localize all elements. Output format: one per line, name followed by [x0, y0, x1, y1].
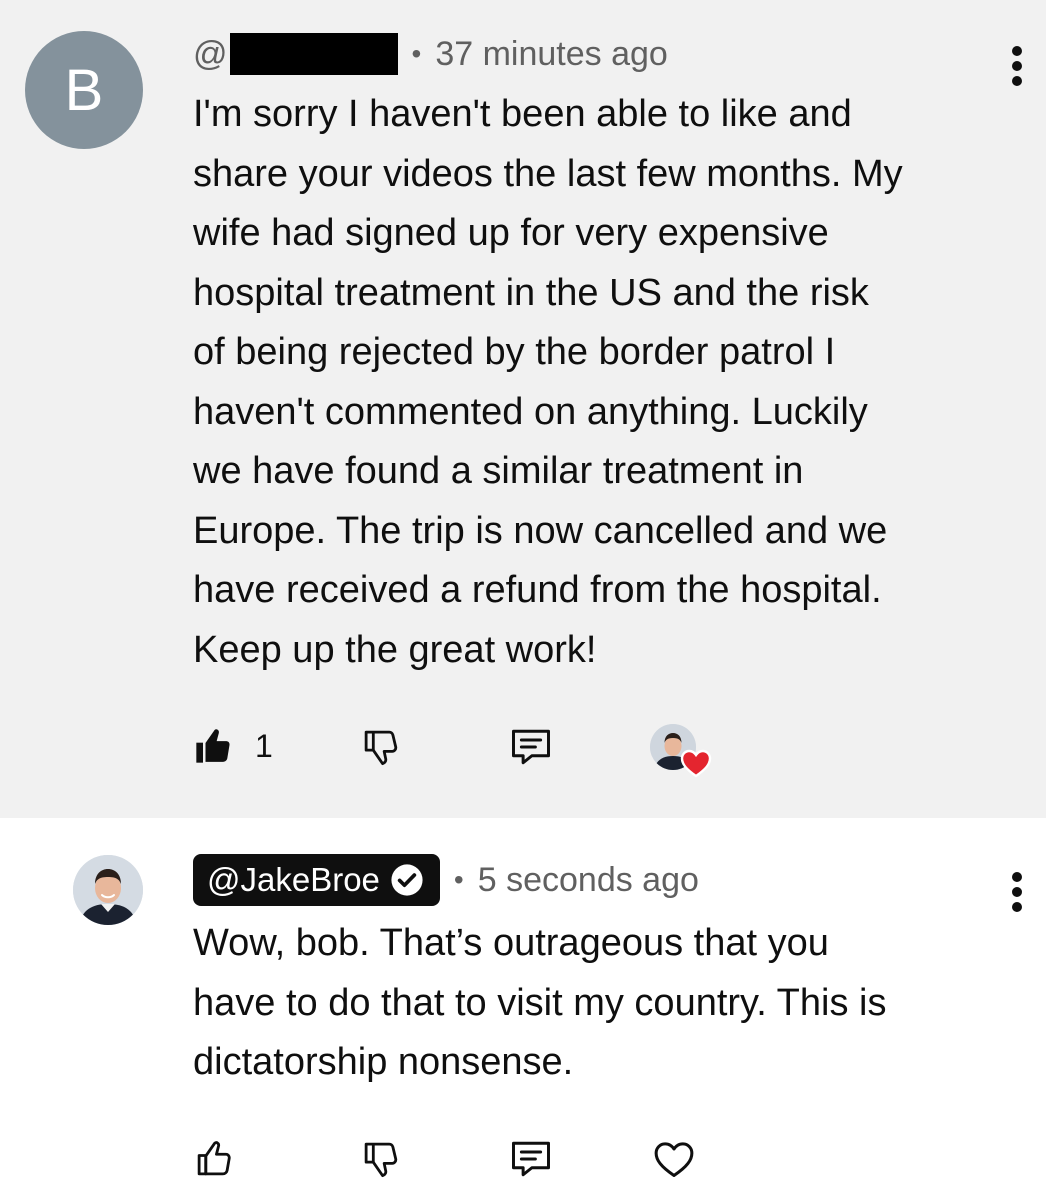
comment-header: @JakeBroe • 5 seconds ago [193, 854, 699, 906]
reply-comment-icon [512, 1141, 550, 1177]
channel-handle: @JakeBroe [207, 861, 380, 898]
thumbs-up-outline-icon [197, 1141, 231, 1176]
reply-button[interactable] [508, 726, 554, 768]
avatar[interactable] [73, 855, 143, 925]
separator-dot: • [453, 864, 464, 895]
like-button[interactable]: 1 [193, 726, 273, 766]
creator-heart [650, 724, 712, 778]
thumbs-up-filled-icon [196, 729, 230, 763]
comment-actions [0, 1134, 1046, 1194]
dislike-button[interactable] [360, 726, 402, 768]
handle-prefix[interactable]: @ [193, 35, 228, 74]
channel-owner-badge[interactable]: @JakeBroe [193, 854, 440, 906]
more-options-icon[interactable] [1005, 46, 1029, 86]
avatar[interactable]: B [25, 31, 143, 149]
comment-timestamp[interactable]: 5 seconds ago [478, 861, 699, 900]
heart-outline-icon [654, 1142, 694, 1178]
redacted-handle [229, 33, 398, 75]
comment-timestamp[interactable]: 37 minutes ago [435, 35, 668, 74]
comment-text: Wow, bob. That’s outrageous that you hav… [193, 922, 887, 1083]
comment-text: I'm sorry I haven't been able to like an… [193, 93, 903, 671]
comment-highlighted: B @ • 37 minutes ago I'm sorry I haven't… [0, 0, 1046, 818]
thumbs-down-icon [364, 1142, 398, 1178]
more-options-icon[interactable] [1005, 872, 1029, 912]
dislike-button[interactable] [360, 1138, 402, 1180]
comment-header: @ • 37 minutes ago [193, 30, 668, 78]
reply-button[interactable] [508, 1138, 554, 1180]
comment-creator: @JakeBroe • 5 seconds ago Wow, bob. That… [0, 818, 1046, 1200]
separator-dot: • [411, 38, 422, 69]
thumbs-down-icon [364, 730, 398, 766]
heart-button[interactable] [652, 1138, 696, 1180]
comment-actions: 1 [0, 716, 1046, 778]
verified-check-icon [391, 864, 423, 896]
heart-filled-icon [680, 749, 712, 778]
like-count: 1 [255, 727, 273, 764]
like-button[interactable] [193, 1138, 235, 1180]
reply-comment-icon [512, 729, 550, 765]
